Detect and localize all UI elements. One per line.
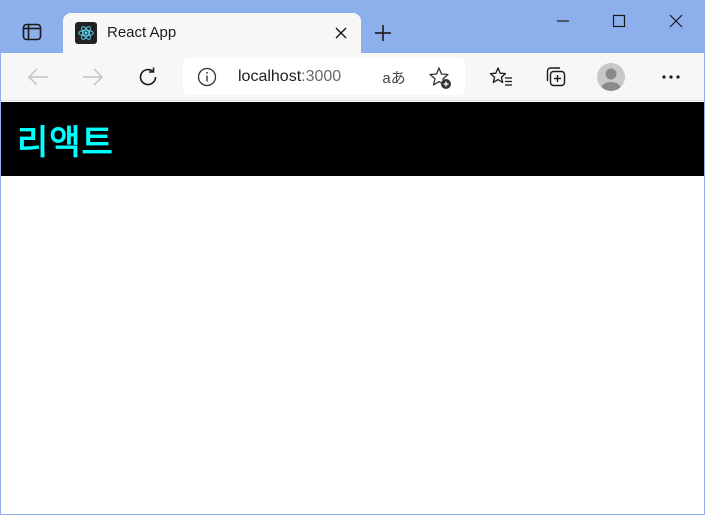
reload-button[interactable] <box>132 61 164 93</box>
tab-actions-icon <box>22 23 42 41</box>
react-logo-icon <box>75 22 97 44</box>
avatar-icon <box>597 63 625 91</box>
browser-window: React App localhost:3000 aあ 리액트 <box>0 0 705 515</box>
star-add-icon <box>429 67 451 89</box>
tab-close-button[interactable] <box>329 21 353 45</box>
refresh-icon <box>139 67 157 86</box>
tab-actions-button[interactable] <box>13 15 51 49</box>
more-menu-button[interactable] <box>655 61 687 93</box>
collections-button[interactable] <box>540 61 572 93</box>
add-favorite-button[interactable] <box>427 65 453 91</box>
arrow-left-icon <box>27 68 48 86</box>
tab-title: React App <box>107 24 177 41</box>
new-tab-button[interactable] <box>369 19 397 47</box>
maximize-icon <box>612 14 626 28</box>
arrow-right-icon <box>83 68 104 86</box>
url-port: :3000 <box>301 68 342 85</box>
read-aloud-button[interactable]: aあ <box>381 66 407 88</box>
close-icon <box>669 14 683 28</box>
title-bar: React App <box>1 1 704 53</box>
profile-button[interactable] <box>595 61 627 93</box>
favorites-button[interactable] <box>485 61 517 93</box>
site-info-button[interactable] <box>197 67 217 87</box>
plus-icon <box>375 25 391 41</box>
window-close-button[interactable] <box>648 1 704 41</box>
back-button[interactable] <box>22 61 54 93</box>
url-host: localhost <box>238 68 302 85</box>
collections-icon <box>546 67 566 87</box>
url-text[interactable]: localhost:3000 <box>238 68 341 86</box>
minimize-button[interactable] <box>535 1 591 41</box>
minimize-icon <box>557 20 569 22</box>
info-icon <box>197 67 217 87</box>
browser-toolbar: localhost:3000 aあ <box>1 53 704 101</box>
favorites-icon <box>489 67 512 86</box>
page-title: 리액트 <box>17 122 114 163</box>
active-tab[interactable]: React App <box>63 13 361 53</box>
maximize-button[interactable] <box>591 1 647 41</box>
more-horizontal-icon <box>662 75 680 79</box>
address-bar[interactable]: localhost:3000 aあ <box>183 58 465 95</box>
close-icon <box>335 27 347 39</box>
read-aloud-icon: aあ <box>382 69 406 87</box>
app-header: 리액트 <box>1 102 704 176</box>
forward-button[interactable] <box>77 61 109 93</box>
page-viewport: 리액트 <box>1 102 704 514</box>
